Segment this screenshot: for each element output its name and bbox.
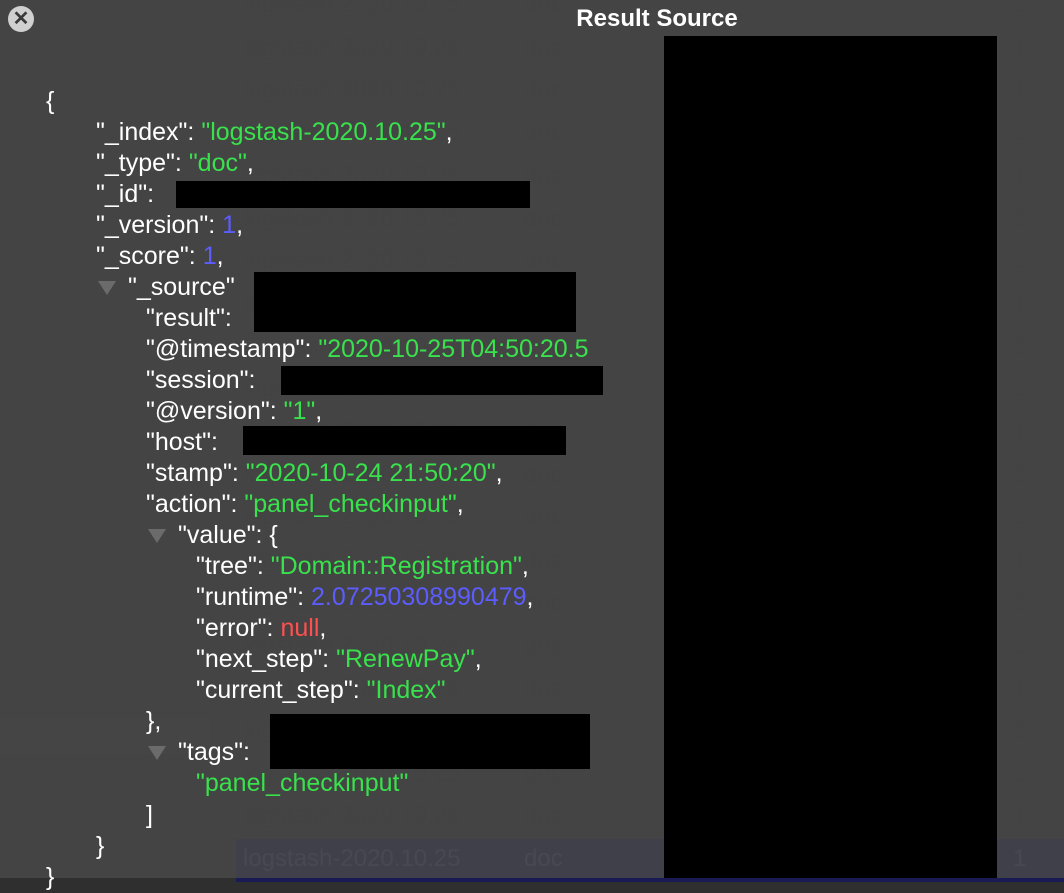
modal-title: Result Source [576,5,738,32]
key: "error" [196,614,267,642]
number-value: 1 [222,211,237,239]
key: "@timestamp" [146,335,305,363]
json-line-tags: "tags": [148,737,250,768]
string-value: "2020-10-24 21:50:20" [245,459,496,487]
number-value: 2.07250308990479 [311,583,527,611]
json-line-runtime: "runtime": 2.07250308990479, [196,583,534,611]
key: "current_step" [196,676,353,704]
key: "result" [146,304,225,332]
string-value: "logstash-2020.10.25" [201,118,446,146]
key: "tags" [178,738,244,766]
collapse-triangle-icon[interactable] [148,529,166,544]
key: "_version" [96,211,209,239]
json-line-version: "_version": 1, [96,211,244,239]
key: "session" [146,366,249,394]
key: "@version" [146,397,270,425]
collapse-triangle-icon[interactable] [98,281,116,296]
redaction-block [254,272,576,332]
json-line-stamp: "stamp": "2020-10-24 21:50:20", [146,459,503,487]
json-line-tags-item: "panel_checkinput" [196,768,408,799]
key: "_score" [96,242,189,270]
redaction-block [176,181,530,208]
key: "host" [146,428,212,456]
string-value: "2020-10-25T04:50:20.5 [318,335,589,363]
brace: { [269,521,278,549]
json-line-index: "_index": "logstash-2020.10.25", [96,118,453,146]
json-line-result: "result": [146,304,232,332]
string-value: "Domain::Registration" [270,552,522,580]
key: "action" [146,490,231,518]
result-source-modal: Result Source ✕ { "_index": "logstash-20… [0,0,1064,891]
string-value: "panel_checkinput" [196,769,409,797]
json-line-host: "host": [146,428,218,456]
json-line-current-step: "current_step": "Index" [196,676,446,704]
string-value: "1" [283,397,316,425]
json-tags-close: ] [146,801,153,829]
key: "tree" [196,552,257,580]
redaction-block [270,714,590,769]
key: "_type" [96,149,175,177]
json-line-timestamp: "@timestamp": "2020-10-25T04:50:20.5 [146,335,589,363]
string-value: "panel_checkinput" [244,490,457,518]
key: "runtime" [196,583,298,611]
collapse-triangle-icon[interactable] [148,746,166,761]
json-root-open: { [46,87,55,115]
json-line-action: "action": "panel_checkinput", [146,490,464,518]
json-line-score: "_score": 1, [96,242,224,270]
json-value-close: }, [146,707,162,735]
string-value: "RenewPay" [336,645,475,673]
json-source-close: } [96,832,105,860]
null-value: null [280,614,320,642]
json-line-source: "_source" [98,272,235,303]
key: "next_step" [196,645,323,673]
number-value: 1 [202,242,217,270]
redaction-block [281,366,603,395]
string-value: "Index" [366,676,446,704]
close-icon[interactable]: ✕ [8,6,34,32]
json-line-error: "error": null, [196,614,327,642]
key: "stamp" [146,459,232,487]
json-line-id: "_id": [96,180,155,208]
json-line-next-step: "next_step": "RenewPay", [196,645,482,673]
json-line-value: "value": { [148,520,278,551]
json-line-atversion: "@version": "1", [146,397,323,425]
key: "_id" [96,180,148,208]
redaction-block [243,426,566,455]
json-line-tree: "tree": "Domain::Registration", [196,552,529,580]
redaction-block [664,36,997,878]
json-line-session: "session": [146,366,256,394]
key: "_index" [96,118,188,146]
key: "_source" [128,273,235,301]
json-line-type: "_type": "doc", [96,149,254,177]
string-value: "doc" [188,149,247,177]
key: "value" [178,521,256,549]
